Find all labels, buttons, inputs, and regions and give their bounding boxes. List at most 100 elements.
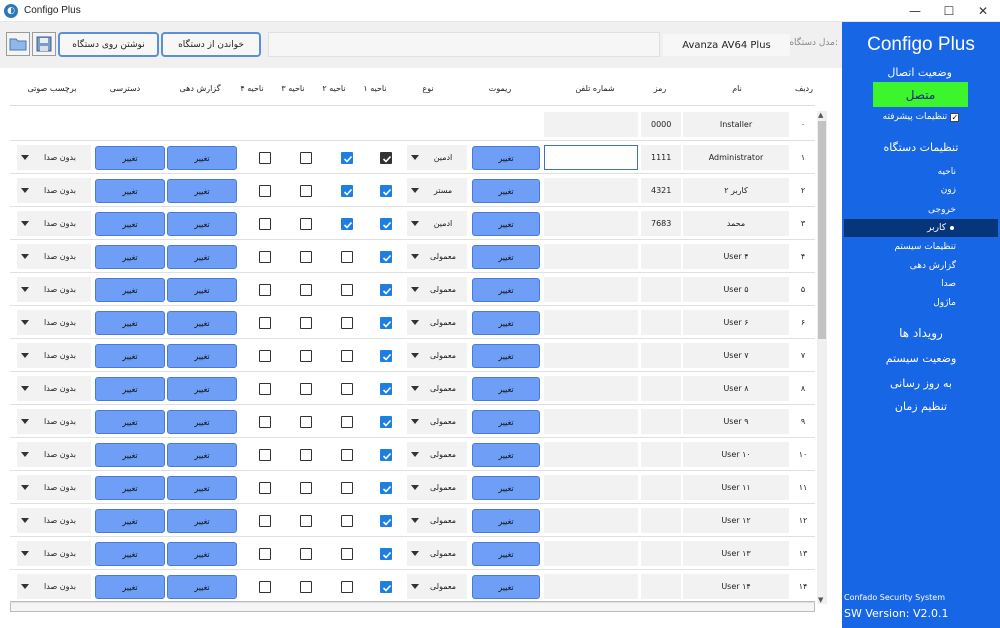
phone-field[interactable] [544,475,638,500]
area2-checkbox[interactable] [341,284,353,296]
password-field[interactable] [641,409,681,434]
voice-label-dropdown[interactable]: بدون صدا [17,178,91,203]
area1-checkbox[interactable] [380,482,392,494]
write-to-device-button[interactable]: نوشتن روی دستگاه [58,32,159,57]
access-change-button[interactable]: تغییر [95,476,165,500]
remote-change-button[interactable]: تغییر [472,542,540,566]
type-dropdown[interactable]: معمولی [407,508,467,533]
remote-change-button[interactable]: تغییر [472,311,540,335]
remote-change-button[interactable]: تغییر [472,410,540,434]
area2-checkbox[interactable] [341,218,353,230]
type-dropdown[interactable]: معمولی [407,442,467,467]
area3-checkbox[interactable] [300,185,312,197]
remote-change-button[interactable]: تغییر [472,377,540,401]
save-button[interactable] [32,32,56,56]
phone-field[interactable] [544,343,638,368]
sidebar-item-4[interactable]: تنظیمات سیستم [842,238,1000,256]
remote-change-button[interactable]: تغییر [472,443,540,467]
report-change-button[interactable]: تغییر [167,179,237,203]
voice-label-dropdown[interactable]: بدون صدا [17,277,91,302]
name-field[interactable]: محمد [683,211,789,236]
name-field[interactable]: Installer [683,112,789,137]
name-field[interactable]: User ۱۳ [683,541,789,566]
voice-label-dropdown[interactable]: بدون صدا [17,244,91,269]
area4-checkbox[interactable] [259,251,271,263]
password-field[interactable] [641,442,681,467]
name-field[interactable]: کاربر ۲ [683,178,789,203]
voice-label-dropdown[interactable]: بدون صدا [17,211,91,236]
voice-label-dropdown[interactable]: بدون صدا [17,409,91,434]
voice-label-dropdown[interactable]: بدون صدا [17,475,91,500]
password-field[interactable] [641,508,681,533]
name-field[interactable]: Administrator [683,145,789,170]
device-settings-heading[interactable]: تنظیمات دستگاه [842,141,1000,154]
password-field[interactable]: 0000 [641,112,681,137]
sidebar-item-2[interactable]: خروجی [842,201,1000,219]
report-change-button[interactable]: تغییر [167,245,237,269]
area4-checkbox[interactable] [259,383,271,395]
area4-checkbox[interactable] [259,581,271,593]
area4-checkbox[interactable] [259,317,271,329]
type-dropdown[interactable]: معمولی [407,475,467,500]
access-change-button[interactable]: تغییر [95,410,165,434]
voice-label-dropdown[interactable]: بدون صدا [17,343,91,368]
area2-checkbox[interactable] [341,251,353,263]
nav-set-time[interactable]: تنظیم زمان [842,400,1000,413]
remote-change-button[interactable]: تغییر [472,212,540,236]
close-button[interactable]: ✕ [966,0,1000,22]
area4-checkbox[interactable] [259,218,271,230]
sidebar-item-0[interactable]: ناحیه [842,163,1000,181]
password-field[interactable] [641,376,681,401]
phone-field[interactable] [544,112,638,137]
sidebar-item-1[interactable]: زون [842,181,1000,199]
area4-checkbox[interactable] [259,350,271,362]
name-field[interactable]: User ۴ [683,244,789,269]
connection-status-badge[interactable]: متصل [873,82,968,107]
report-change-button[interactable]: تغییر [167,344,237,368]
phone-field[interactable] [544,376,638,401]
area3-checkbox[interactable] [300,152,312,164]
area3-checkbox[interactable] [300,284,312,296]
access-change-button[interactable]: تغییر [95,146,165,170]
access-change-button[interactable]: تغییر [95,212,165,236]
phone-field[interactable] [544,508,638,533]
sidebar-item-3[interactable]: کاربر [844,219,998,237]
remote-change-button[interactable]: تغییر [472,575,540,599]
remote-change-button[interactable]: تغییر [472,179,540,203]
area4-checkbox[interactable] [259,548,271,560]
remote-change-button[interactable]: تغییر [472,344,540,368]
area1-checkbox[interactable] [380,284,392,296]
area1-checkbox[interactable] [380,449,392,461]
phone-field[interactable] [544,310,638,335]
voice-label-dropdown[interactable]: بدون صدا [17,442,91,467]
type-dropdown[interactable]: مستر [407,178,467,203]
remote-change-button[interactable]: تغییر [472,476,540,500]
area1-checkbox[interactable] [380,416,392,428]
password-field[interactable] [641,541,681,566]
maximize-button[interactable]: ☐ [932,0,966,22]
report-change-button[interactable]: تغییر [167,377,237,401]
voice-label-dropdown[interactable]: بدون صدا [17,574,91,599]
name-field[interactable]: User ۷ [683,343,789,368]
remote-change-button[interactable]: تغییر [472,278,540,302]
type-dropdown[interactable]: معمولی [407,244,467,269]
remote-change-button[interactable]: تغییر [472,146,540,170]
remote-change-button[interactable]: تغییر [472,245,540,269]
area1-checkbox[interactable] [380,317,392,329]
access-change-button[interactable]: تغییر [95,443,165,467]
voice-label-dropdown[interactable]: بدون صدا [17,541,91,566]
sidebar-item-7[interactable]: ماژول [842,294,1000,312]
voice-label-dropdown[interactable]: بدون صدا [17,376,91,401]
area3-checkbox[interactable] [300,317,312,329]
sidebar-item-5[interactable]: گزارش دهی [842,257,1000,275]
phone-field[interactable] [544,541,638,566]
area2-checkbox[interactable] [341,515,353,527]
area2-checkbox[interactable] [341,350,353,362]
remote-change-button[interactable]: تغییر [472,509,540,533]
type-dropdown[interactable]: معمولی [407,310,467,335]
area4-checkbox[interactable] [259,284,271,296]
area3-checkbox[interactable] [300,350,312,362]
area3-checkbox[interactable] [300,581,312,593]
type-dropdown[interactable]: معمولی [407,541,467,566]
password-field[interactable] [641,475,681,500]
